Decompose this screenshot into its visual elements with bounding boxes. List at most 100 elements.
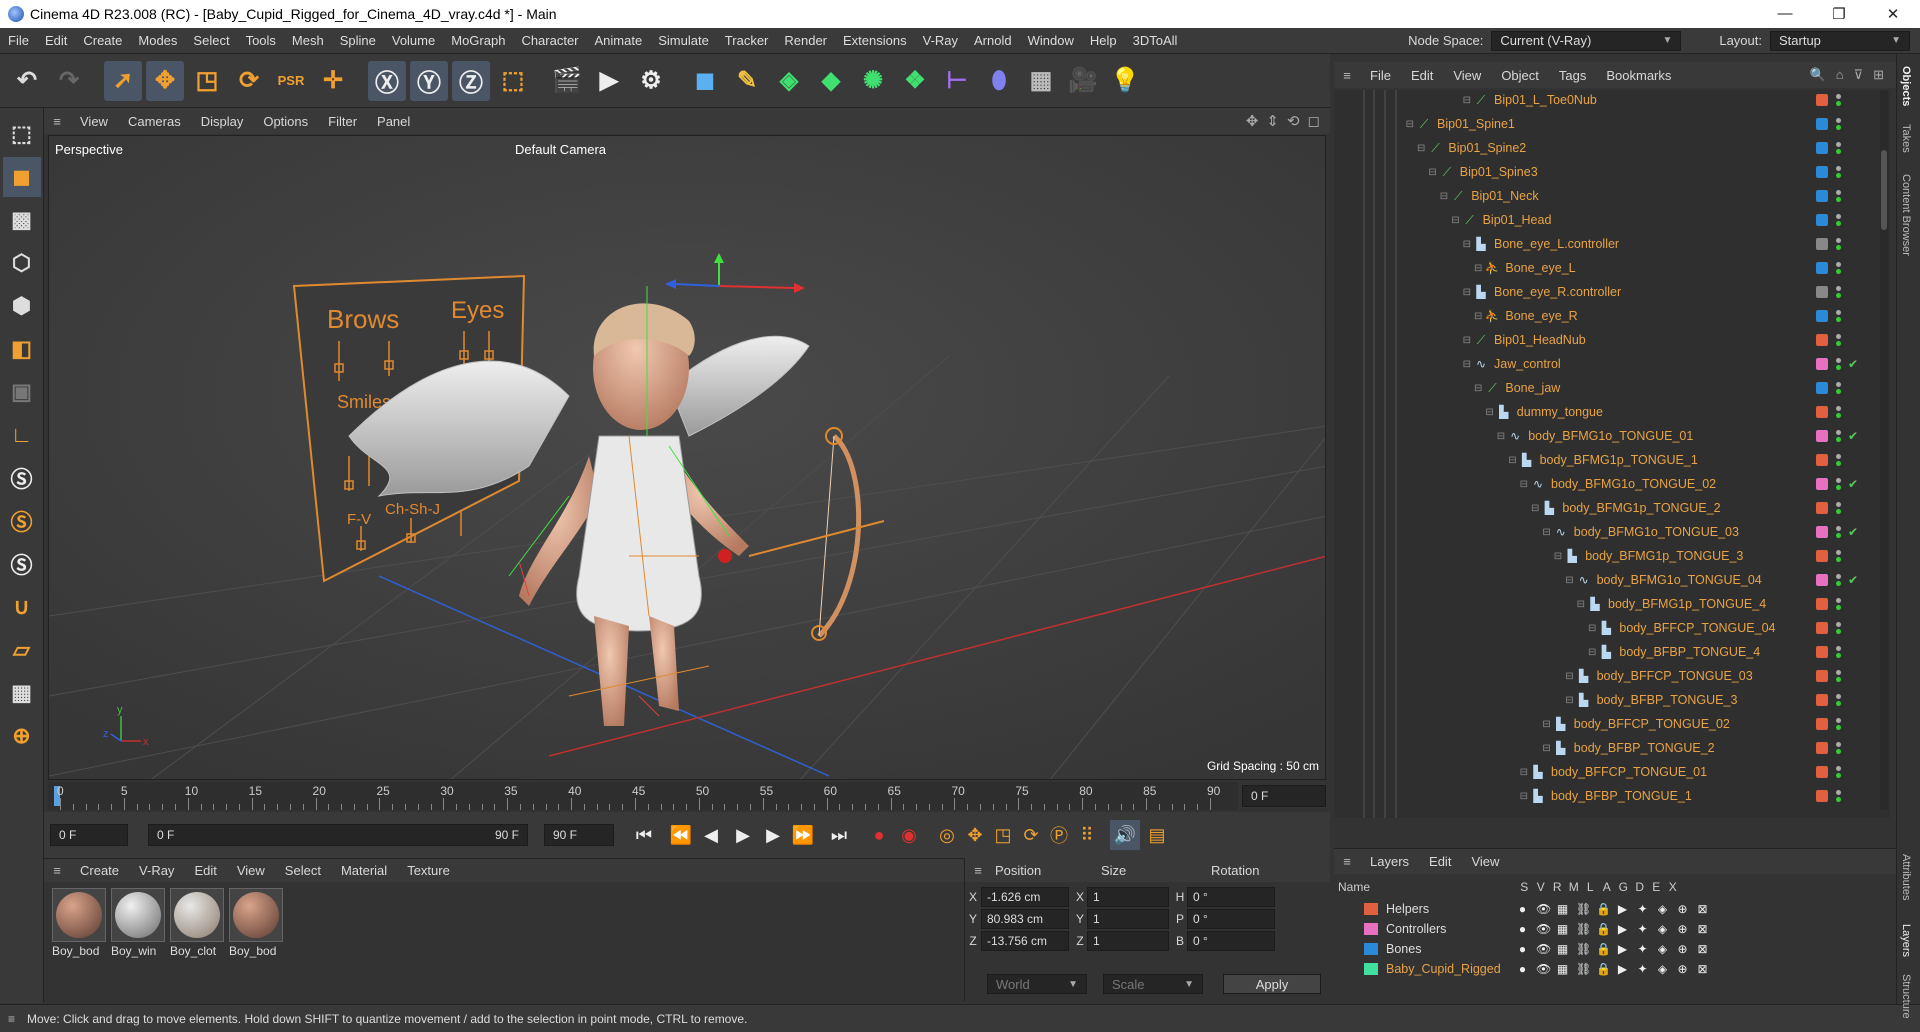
layers-menu-edit[interactable]: Edit [1419, 854, 1461, 869]
visibility-dots[interactable] [1836, 334, 1842, 346]
mograph-icon[interactable]: ❖ [896, 61, 934, 101]
polygons-mode-icon[interactable]: ◧ [3, 329, 41, 369]
layer-xref-icon[interactable]: ⊠ [1696, 962, 1709, 976]
object-row[interactable]: ⊟ ∿ body_BFMG1o_TONGUE_03 ✔ [1334, 520, 1874, 544]
material-menu-vray[interactable]: V-Ray [129, 863, 184, 878]
visibility-dots[interactable] [1836, 118, 1842, 130]
edges-mode-icon[interactable]: ⬢ [3, 286, 41, 326]
render-view-icon[interactable]: 🎬 [548, 61, 586, 101]
layer-color-swatch[interactable] [1816, 406, 1828, 418]
layer-deformers-icon[interactable]: ◈ [1656, 942, 1669, 956]
expand-toggle-icon[interactable]: ⊟ [1334, 479, 1531, 490]
expand-toggle-icon[interactable]: ⊟ [1334, 623, 1599, 634]
object-row[interactable]: ⊟ ∿ body_BFMG1o_TONGUE_04 ✔ [1334, 568, 1874, 592]
layer-color-swatch[interactable] [1816, 550, 1828, 562]
object-row[interactable]: ⊟ ▙ body_BFMG1p_TONGUE_2 [1334, 496, 1874, 520]
viewport-menu-cameras[interactable]: Cameras [118, 114, 191, 129]
layer-generators-icon[interactable]: ✦ [1636, 962, 1649, 976]
expand-toggle-icon[interactable]: ⊟ [1334, 407, 1497, 418]
pan-icon[interactable]: ✥ [1246, 112, 1259, 130]
visibility-dots[interactable] [1836, 406, 1842, 418]
deformer-icon[interactable]: ⊢ [938, 61, 976, 101]
layer-visible-icon[interactable]: 👁 [1536, 942, 1551, 956]
objects-scrollbar[interactable] [1880, 90, 1888, 810]
timeline-ruler[interactable]: 0 5 10 15 20 25 30 35 40 45 50 55 60 65 70 75 80 85 90 [48, 782, 1238, 810]
expand-toggle-icon[interactable]: ⊟ [1334, 335, 1474, 346]
position-field[interactable]: 80.983 cm [981, 909, 1069, 929]
layer-render-icon[interactable]: ▦ [1556, 922, 1569, 936]
layer-color-swatch[interactable] [1816, 190, 1828, 202]
uv-mode-icon[interactable]: ▣ [3, 372, 41, 412]
object-row[interactable]: ⊟ ⛹ Bone_eye_L [1334, 256, 1874, 280]
menu-tracker[interactable]: Tracker [717, 33, 777, 48]
make-editable-icon[interactable]: ⬚ [3, 114, 41, 154]
expand-toggle-icon[interactable]: ⊟ [1334, 359, 1474, 370]
size-field[interactable]: 1 [1087, 909, 1169, 929]
layer-animation-icon[interactable]: ▶ [1616, 962, 1629, 976]
layer-color-swatch[interactable] [1816, 502, 1828, 514]
floor-icon[interactable]: ▦ [1022, 61, 1060, 101]
home-icon[interactable]: ⌂ [1836, 67, 1844, 83]
menu-select[interactable]: Select [185, 33, 237, 48]
layout-dropdown[interactable]: Startup ▼ [1770, 30, 1910, 51]
dolly-icon[interactable]: ⇕ [1266, 112, 1279, 130]
layer-generators-icon[interactable]: ✦ [1636, 922, 1649, 936]
goto-end-icon[interactable]: ⏭ [824, 820, 854, 850]
material-menu-texture[interactable]: Texture [397, 863, 460, 878]
expand-toggle-icon[interactable]: ⊟ [1334, 215, 1463, 226]
x-axis-lock-icon[interactable]: Ⓧ [368, 60, 406, 101]
visibility-dots[interactable] [1836, 526, 1842, 538]
visibility-dots[interactable] [1836, 454, 1842, 466]
expand-toggle-icon[interactable]: ⊟ [1334, 743, 1554, 754]
layer-color-swatch[interactable] [1816, 310, 1828, 322]
visibility-dots[interactable] [1836, 238, 1842, 250]
texture-mode-icon[interactable]: ▩ [3, 200, 41, 240]
expand-toggle-icon[interactable]: ⊟ [1334, 647, 1599, 658]
object-row[interactable]: ⊟ ⟋ Bip01_Spine3 [1334, 160, 1874, 184]
visibility-dots[interactable] [1836, 718, 1842, 730]
camera-icon[interactable]: 🎥 [1064, 61, 1102, 101]
object-row[interactable]: ⊟ ▙ body_BFBP_TONGUE_3 [1334, 688, 1874, 712]
hamburger-icon[interactable]: ≡ [1334, 854, 1360, 869]
cloner-icon[interactable]: ✺ [854, 61, 892, 101]
frame-range-slider[interactable]: 0 F 90 F [148, 824, 528, 846]
tab-layers[interactable]: Layers [1900, 924, 1912, 957]
object-row[interactable]: ⊟ ▙ body_BFBP_TONGUE_4 [1334, 640, 1874, 664]
layer-color-swatch[interactable] [1816, 454, 1828, 466]
layer-color-swatch[interactable] [1816, 286, 1828, 298]
visibility-dots[interactable] [1836, 550, 1842, 562]
key-parameter-icon[interactable]: Ⓟ [1044, 820, 1074, 850]
axis-mode-icon[interactable]: ∟ [3, 415, 41, 455]
layer-visible-icon[interactable]: 👁 [1536, 962, 1551, 976]
expand-toggle-icon[interactable]: ⊟ [1334, 719, 1554, 730]
objects-menu-view[interactable]: View [1443, 68, 1491, 83]
layer-row[interactable]: Helpers ● 👁 ▦ ⛓ 🔒 ▶ ✦ ◈ ⊕ ⊠ [1334, 899, 1896, 919]
layer-color-swatch[interactable] [1364, 923, 1378, 935]
menu-simulate[interactable]: Simulate [650, 33, 717, 48]
object-row[interactable]: ⊟ ▙ body_BFBP_TONGUE_1 [1334, 784, 1874, 808]
layer-locked-icon[interactable]: 🔒 [1596, 902, 1611, 916]
expand-toggle-icon[interactable]: ⊟ [1334, 119, 1417, 130]
menu-tools[interactable]: Tools [238, 33, 284, 48]
expand-toggle-icon[interactable]: ⊟ [1334, 95, 1474, 106]
redo-icon[interactable]: ↷ [50, 61, 88, 101]
render-picture-viewer-icon[interactable]: ▶ [590, 61, 628, 101]
subdivision-icon[interactable]: ◈ [770, 61, 808, 101]
pen-icon[interactable]: ✎ [728, 61, 766, 101]
visibility-dots[interactable] [1836, 142, 1842, 154]
prev-frame-icon[interactable]: ◀ [696, 820, 726, 850]
size-field[interactable]: 1 [1087, 931, 1169, 951]
object-row[interactable]: ⊟ ⟋ Bip01_Spine1 [1334, 112, 1874, 136]
layer-deformers-icon[interactable]: ◈ [1656, 902, 1669, 916]
play-icon[interactable]: ▶ [728, 820, 758, 850]
object-row[interactable]: ⊟ ∿ body_BFMG1o_TONGUE_01 ✔ [1334, 424, 1874, 448]
object-row[interactable]: ⊟ ∿ Jaw_control ✔ [1334, 352, 1874, 376]
solo-icon[interactable]: Ⓢ [3, 544, 41, 584]
maximize-view-icon[interactable]: ◻ [1308, 112, 1320, 130]
layer-color-swatch[interactable] [1816, 214, 1828, 226]
layer-locked-icon[interactable]: 🔒 [1596, 942, 1611, 956]
expand-toggle-icon[interactable]: ⊟ [1334, 551, 1565, 562]
layer-render-icon[interactable]: ▦ [1556, 962, 1569, 976]
layer-color-swatch[interactable] [1816, 694, 1828, 706]
expand-toggle-icon[interactable]: ⊟ [1334, 671, 1577, 682]
